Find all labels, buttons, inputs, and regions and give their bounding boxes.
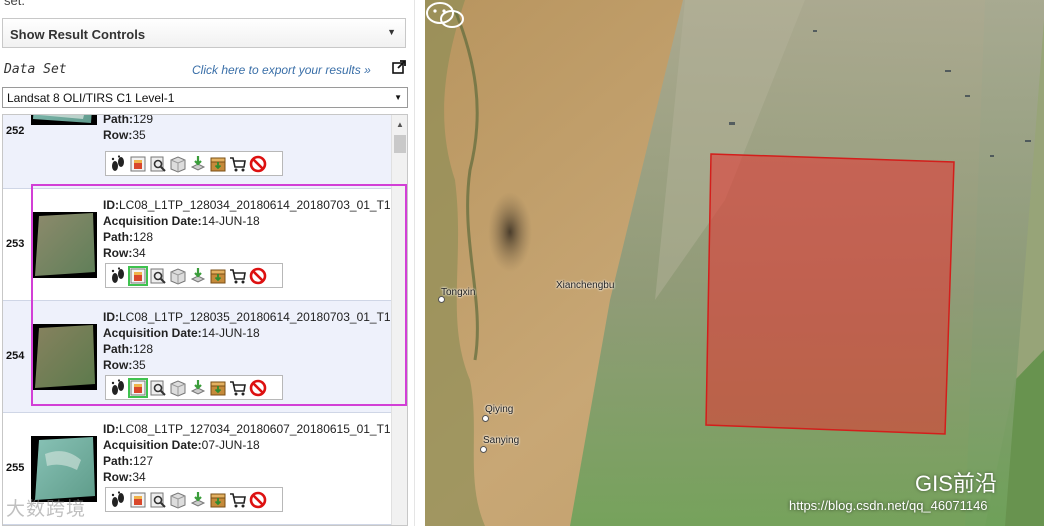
panel-divider[interactable] (414, 0, 425, 526)
overlay-icon[interactable] (128, 265, 148, 286)
path-line: Path:128 (103, 342, 154, 356)
scene-toolbar (105, 375, 283, 400)
footprint-icon[interactable] (109, 266, 127, 285)
results-scrollbar[interactable]: ▲ (391, 115, 407, 525)
select-arrow-icon: ▼ (394, 93, 402, 102)
result-row-252[interactable]: 252 Path:129 Row:35 (3, 114, 391, 189)
map-view[interactable]: Tongxin Xianchengbu Qiying Sanying GIS前沿… (425, 0, 1044, 526)
compare-icon[interactable] (169, 491, 187, 509)
path-line: Path:128 (103, 230, 154, 244)
scene-thumbnail[interactable] (31, 212, 97, 278)
bulk-download-icon[interactable] (209, 155, 227, 173)
exclude-icon[interactable] (249, 267, 267, 285)
row-line: Row:35 (103, 358, 146, 372)
bulk-download-icon[interactable] (209, 267, 227, 285)
path-line: Path:129 (103, 114, 154, 126)
result-number: 253 (6, 238, 25, 250)
scroll-up-icon[interactable]: ▲ (396, 120, 404, 129)
export-results-link[interactable]: Click here to export your results » (192, 63, 371, 77)
scene-thumbnail[interactable] (31, 324, 97, 390)
metadata-icon[interactable] (149, 267, 167, 285)
dropdown-arrow-icon: ▼ (387, 27, 396, 37)
bulk-download-icon[interactable] (209, 491, 227, 509)
metadata-icon[interactable] (149, 491, 167, 509)
scene-metadata: ID:LC08_L1TP_128034_20180614_20180703_01… (103, 197, 391, 261)
dataset-selected-value: Landsat 8 OLI/TIRS C1 Level-1 (7, 91, 175, 105)
result-row-254[interactable]: 254 ID:LC08_L1TP_128035_20180614_2018070… (3, 301, 391, 413)
results-list[interactable]: 252 Path:129 Row:35 253 ID:LC08_L1TP_128… (2, 114, 408, 526)
scene-toolbar (105, 487, 283, 512)
result-number: 254 (6, 350, 25, 362)
selected-scene-outline[interactable] (705, 153, 955, 435)
scene-toolbar (105, 263, 283, 288)
footprint-icon[interactable] (109, 378, 127, 397)
compare-icon[interactable] (169, 267, 187, 285)
row-line: Row:34 (103, 246, 146, 260)
scene-thumbnail[interactable] (31, 115, 97, 125)
id-line: ID:LC08_L1TP_128035_20180614_20180703_01… (103, 310, 391, 324)
dataset-select[interactable]: Landsat 8 OLI/TIRS C1 Level-1 ▼ (2, 87, 408, 108)
wechat-logo-icon (426, 2, 464, 28)
compare-icon[interactable] (169, 155, 187, 173)
show-result-controls-dropdown[interactable]: Show Result Controls ▼ (2, 18, 406, 48)
row-line: Row:34 (103, 470, 146, 484)
compare-icon[interactable] (169, 379, 187, 397)
cart-icon[interactable] (229, 379, 247, 397)
metadata-icon[interactable] (149, 379, 167, 397)
place-label-tongxin: Tongxin (441, 287, 476, 298)
footprint-icon[interactable] (109, 154, 127, 173)
scene-thumbnail[interactable] (31, 436, 97, 502)
cart-icon[interactable] (229, 155, 247, 173)
id-line: ID:LC08_L1TP_127034_20180607_20180615_01… (103, 422, 391, 436)
date-line: Acquisition Date:14-JUN-18 (103, 326, 260, 340)
scrollbar-thumb[interactable] (394, 135, 406, 153)
watermark-url: https://blog.csdn.net/qq_46071146 (789, 498, 988, 513)
id-line: ID:LC08_L1TP_128034_20180614_20180703_01… (103, 198, 391, 212)
row-line: Row:35 (103, 128, 146, 142)
dataset-label: Data Set (4, 62, 67, 77)
exclude-icon[interactable] (249, 155, 267, 173)
result-controls-label: Show Result Controls (10, 27, 146, 42)
date-line: Acquisition Date:14-JUN-18 (103, 214, 260, 228)
result-row-253[interactable]: 253 ID:LC08_L1TP_128034_20180614_2018070… (3, 189, 391, 301)
scene-metadata: ID:LC08_L1TP_127034_20180607_20180615_01… (103, 421, 391, 485)
place-marker (480, 446, 487, 453)
overlay-icon[interactable] (128, 377, 148, 398)
download-icon[interactable] (189, 379, 207, 397)
scene-metadata: Path:129 Row:35 (103, 114, 154, 143)
footprint-icon[interactable] (109, 490, 127, 509)
date-line: Acquisition Date:07-JUN-18 (103, 438, 260, 452)
cart-icon[interactable] (229, 267, 247, 285)
external-link-icon[interactable] (392, 60, 406, 74)
scene-metadata: ID:LC08_L1TP_128035_20180614_20180703_01… (103, 309, 391, 373)
search-results-panel: set. Show Result Controls ▼ Data Set Cli… (0, 0, 414, 526)
download-icon[interactable] (189, 491, 207, 509)
scene-toolbar (105, 151, 283, 176)
place-marker (482, 415, 489, 422)
overlay-icon[interactable] (129, 155, 147, 173)
path-line: Path:127 (103, 454, 154, 468)
result-number: 252 (6, 125, 25, 137)
bulk-download-icon[interactable] (209, 379, 227, 397)
result-number: 255 (6, 462, 25, 474)
overlay-icon[interactable] (129, 491, 147, 509)
dark-basin (488, 192, 532, 272)
watermark-left: 大数跨境 (6, 499, 87, 520)
download-icon[interactable] (189, 155, 207, 173)
exclude-icon[interactable] (249, 379, 267, 397)
download-icon[interactable] (189, 267, 207, 285)
metadata-icon[interactable] (149, 155, 167, 173)
exclude-icon[interactable] (249, 491, 267, 509)
map-canvas[interactable] (425, 0, 1044, 526)
watermark-brand: GIS前沿 (915, 471, 997, 496)
place-label-qiying: Qiying (485, 404, 514, 415)
place-label-xianchengbu: Xianchengbu (556, 280, 615, 291)
cart-icon[interactable] (229, 491, 247, 509)
truncated-text: set. (4, 0, 25, 8)
place-label-sanying: Sanying (483, 435, 520, 446)
